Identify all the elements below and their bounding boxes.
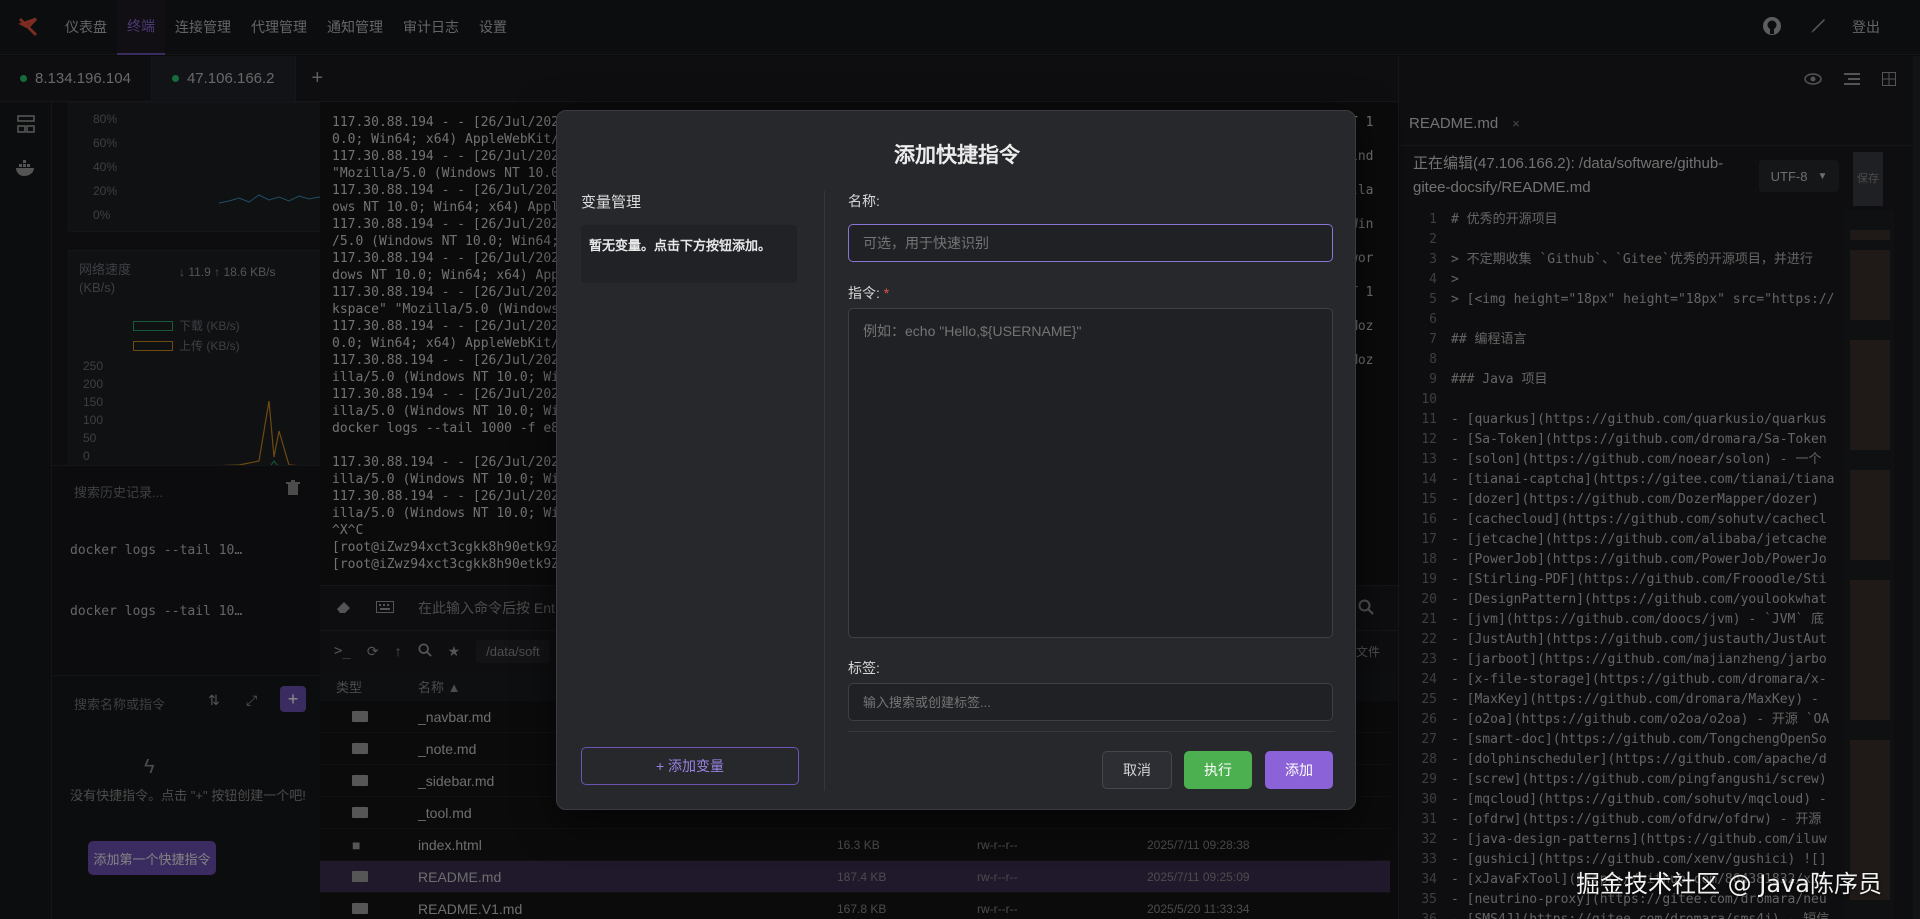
command-label: 指令: * — [848, 283, 889, 303]
add-variable-button[interactable]: + 添加变量 — [581, 747, 799, 785]
name-input[interactable] — [848, 224, 1333, 262]
name-label: 名称: — [848, 193, 880, 209]
tags-label: 标签: — [848, 660, 880, 676]
tags-input[interactable] — [848, 683, 1333, 721]
cancel-button[interactable]: 取消 — [1102, 751, 1172, 789]
variable-panel: 变量管理 暂无变量。点击下方按钮添加。 — [581, 191, 797, 791]
variable-empty-text: 暂无变量。点击下方按钮添加。 — [581, 225, 797, 283]
divider — [824, 191, 825, 791]
watermark: 掘金技术社区 @ Java陈序员 — [1576, 870, 1882, 898]
run-button[interactable]: 执行 — [1184, 751, 1252, 789]
command-textarea[interactable] — [848, 308, 1333, 638]
variable-panel-title: 变量管理 — [581, 194, 642, 211]
dialog-title: 添加快捷指令 — [894, 144, 1020, 167]
add-quick-command-dialog: 添加快捷指令 变量管理 暂无变量。点击下方按钮添加。 + 添加变量 名称: 指令… — [556, 110, 1356, 810]
command-label-text: 指令: — [848, 285, 880, 301]
required-marker: * — [883, 285, 890, 301]
footer-divider — [848, 731, 1335, 732]
add-button[interactable]: 添加 — [1265, 751, 1333, 789]
